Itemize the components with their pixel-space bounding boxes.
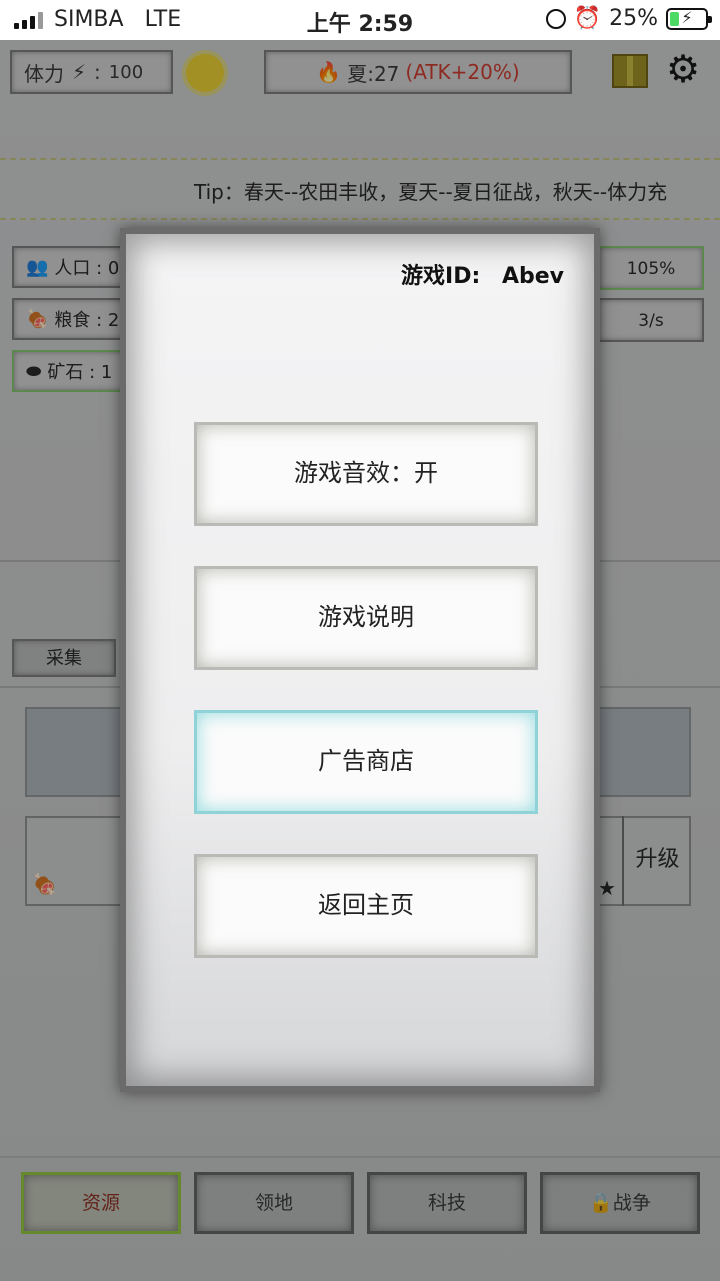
alarm-icon: ⏰: [573, 6, 602, 31]
game-id-row: 游戏ID: Abev: [401, 258, 564, 290]
game-help-button[interactable]: 游戏说明: [194, 566, 538, 670]
charging-bolt-icon: ⚡: [681, 7, 693, 27]
sound-toggle-button[interactable]: 游戏音效：开: [194, 422, 538, 526]
status-bar: SIMBA LTE 上午 2:59 ⏰ 25% ⚡: [0, 0, 720, 40]
battery-icon: ⚡: [666, 7, 712, 30]
game-id-value: Abev: [501, 264, 564, 289]
ad-shop-button[interactable]: 广告商店: [194, 710, 538, 814]
return-home-button[interactable]: 返回主页: [194, 854, 538, 958]
settings-modal: 游戏ID: Abev 游戏音效：开 游戏说明 广告商店 返回主页: [120, 228, 600, 1092]
battery-percent: 25%: [609, 6, 658, 31]
game-id-label: 游戏ID:: [401, 264, 481, 289]
orientation-lock-icon: [545, 8, 566, 29]
